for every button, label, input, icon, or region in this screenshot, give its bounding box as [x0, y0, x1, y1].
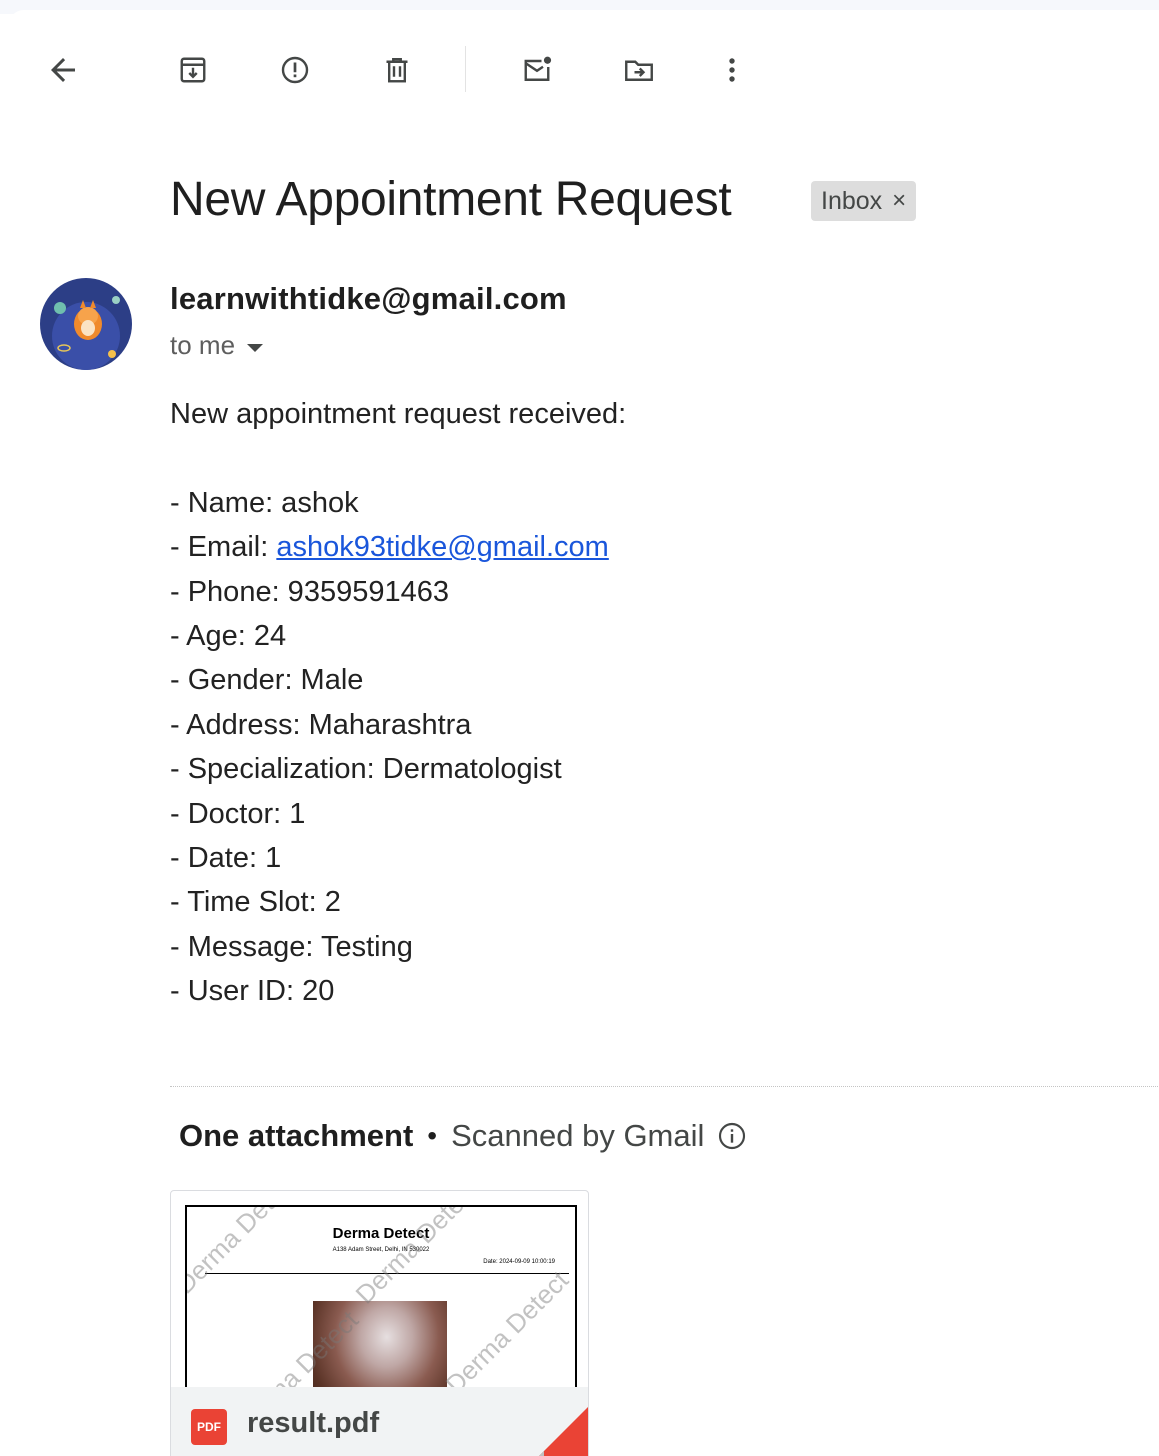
mark-unread-icon[interactable]	[515, 48, 559, 92]
attachment-count: One attachment	[179, 1118, 414, 1153]
remove-label-icon[interactable]: ×	[892, 187, 906, 215]
move-to-folder-icon[interactable]	[617, 48, 661, 92]
preview-address: A138 Adam Street, Delhi, IN 530022	[332, 1247, 430, 1253]
back-arrow-icon[interactable]	[41, 48, 85, 92]
body-field-phone: - Phone: 9359591463	[170, 575, 449, 608]
sender-email[interactable]: learnwithtidke@gmail.com	[170, 281, 567, 317]
attachment-filename[interactable]: result.pdf	[247, 1407, 379, 1440]
attachment-divider	[170, 1086, 1159, 1087]
email-link[interactable]: ashok93tidke@gmail.com	[276, 531, 608, 563]
info-icon[interactable]	[716, 1120, 748, 1152]
body-field-specialization: - Specialization: Dermatologist	[170, 753, 562, 786]
email-subject: New Appointment Request	[170, 173, 732, 226]
watermark: Derma Detect	[349, 1205, 485, 1310]
body-field-email: - Email: ashok93tidke@gmail.com	[170, 525, 626, 569]
body-intro: New appointment request received:	[170, 398, 627, 430]
scanned-by-gmail: Scanned by Gmail	[451, 1118, 705, 1153]
report-spam-icon[interactable]	[273, 48, 317, 92]
email-body: New appointment request received: - Name…	[170, 392, 626, 1013]
avatar[interactable]	[40, 278, 132, 370]
label-chip-text: Inbox	[821, 186, 883, 215]
attachments-header: One attachment • Scanned by Gmail	[179, 1118, 748, 1154]
page-fold-icon	[539, 1407, 588, 1456]
body-field-gender: - Gender: Male	[170, 664, 364, 697]
pdf-icon: PDF	[191, 1409, 227, 1445]
body-field-email-label: - Email:	[170, 531, 277, 564]
body-field-message: - Message: Testing	[170, 930, 413, 963]
body-field-name: - Name: ashok	[170, 486, 359, 519]
body-field-doctor: - Doctor: 1	[170, 797, 306, 830]
toolbar-separator	[465, 46, 466, 92]
body-field-address: - Address: Maharashtra	[170, 708, 472, 741]
body-field-date: - Date: 1	[170, 841, 282, 874]
email-view: New Appointment Request Inbox × learnwit…	[0, 0, 1159, 1456]
body-field-age: - Age: 24	[170, 619, 287, 652]
watermark: Derma Detect	[439, 1264, 575, 1400]
body-field-user-id: - User ID: 20	[170, 975, 335, 1008]
recipient-line[interactable]: to me	[170, 330, 264, 361]
chevron-down-icon[interactable]	[247, 343, 264, 352]
trash-icon[interactable]	[375, 48, 419, 92]
recipient-text: to me	[170, 330, 236, 360]
separator-dot: •	[427, 1120, 438, 1151]
preview-date: Date: 2024-09-09 10:00:19	[483, 1259, 555, 1265]
body-field-time-slot: - Time Slot: 2	[170, 886, 341, 919]
more-vert-icon[interactable]	[710, 48, 754, 92]
attachment-card[interactable]: Derma Detect A138 Adam Street, Delhi, IN…	[170, 1190, 589, 1456]
label-chip-inbox[interactable]: Inbox ×	[811, 181, 917, 221]
archive-icon[interactable]	[171, 48, 215, 92]
